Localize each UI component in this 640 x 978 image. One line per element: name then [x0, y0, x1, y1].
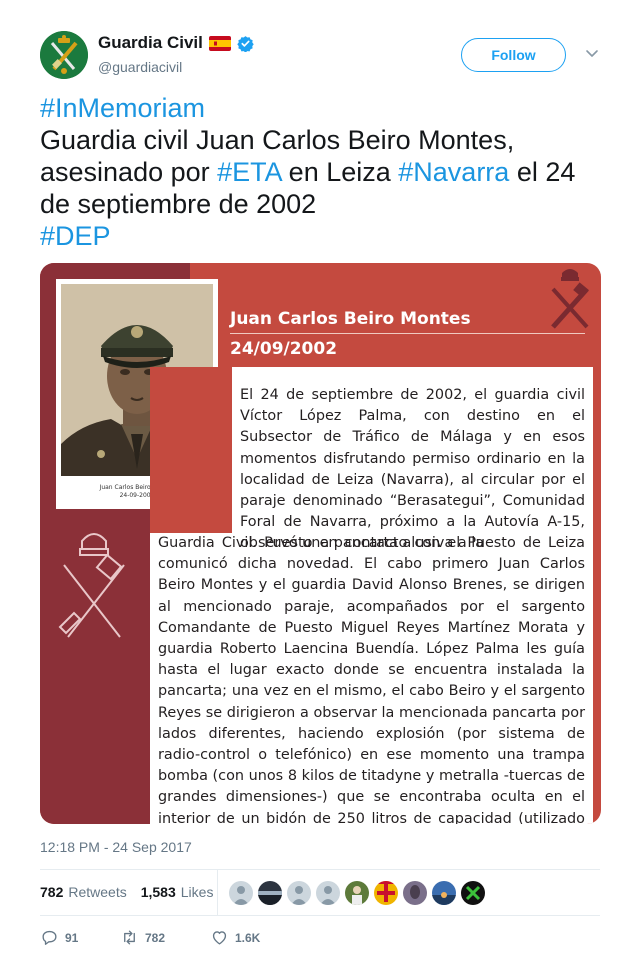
verified-badge-icon [237, 35, 254, 52]
hashtag-dep[interactable]: #DEP [40, 221, 111, 251]
tweet-timestamp[interactable]: 12:18 PM - 24 Sep 2017 [40, 839, 192, 855]
card-panel-notch [150, 367, 232, 533]
display-name[interactable]: Guardia Civil [98, 33, 203, 53]
default-avatar-icon[interactable] [229, 881, 253, 905]
divider [40, 915, 600, 916]
green-logo-avatar-icon[interactable] [461, 881, 485, 905]
reply-button[interactable]: 91 [40, 928, 120, 947]
hashtag-inmemoriam[interactable]: #InMemoriam [40, 93, 205, 123]
sunset-avatar-icon[interactable] [432, 881, 456, 905]
name-row: Guardia Civil [98, 33, 254, 53]
card-title-divider [230, 333, 585, 334]
card-title: Juan Carlos Beiro Montes [230, 309, 471, 329]
like-button[interactable]: 1.6K [210, 928, 260, 947]
tweet-header: Guardia Civil @guardiacivil Follow [40, 31, 600, 83]
spain-flag-icon [208, 35, 231, 51]
hashtag-navarra[interactable]: #Navarra [398, 157, 509, 187]
account-handle[interactable]: @guardiacivil [98, 59, 182, 75]
divider [40, 869, 600, 870]
stats-divider [217, 870, 218, 915]
retweet-button[interactable]: 782 [120, 928, 210, 947]
likes-stat[interactable]: 1,583 Likes [141, 884, 214, 900]
tweet-media-image[interactable]: Juan Carlos Beiro Montes 24-09-2002 Juan… [40, 263, 601, 824]
default-avatar-icon[interactable] [316, 881, 340, 905]
chevron-down-icon[interactable] [584, 45, 600, 61]
guardia-civil-emblem-icon[interactable] [40, 31, 88, 79]
retweet-count: 782 [145, 930, 166, 945]
hashtag-eta[interactable]: #ETA [217, 157, 281, 187]
retweet-icon [124, 930, 135, 945]
retweets-stat[interactable]: 782 Retweets [40, 884, 127, 900]
landscape-avatar-icon[interactable] [258, 881, 282, 905]
likes-count: 1,583 [140, 884, 176, 900]
tweet-text-segment: en Leiza [281, 157, 399, 187]
card-body-text-bottom: Guardia Civil. Puesto en contacto con el… [158, 535, 585, 824]
reply-count: 91 [65, 930, 79, 945]
reply-icon [42, 930, 57, 945]
retweets-label: Retweets [68, 884, 127, 900]
guardia-civil-crest-large-icon [54, 527, 134, 645]
guardia-civil-crest-icon [545, 265, 595, 335]
card-date: 24/09/2002 [230, 339, 338, 359]
likers-avatars [229, 881, 485, 905]
tweet-text: #InMemoriam Guardia civil Juan Carlos Be… [40, 92, 605, 252]
tweet-stats: 782 Retweets 1,583 Likes [40, 884, 213, 900]
heart-icon [212, 931, 227, 945]
portrait-avatar-icon[interactable] [403, 881, 427, 905]
retweets-count: 782 [40, 884, 64, 900]
like-count: 1.6K [235, 930, 261, 945]
person-avatar-icon[interactable] [345, 881, 369, 905]
likes-label: Likes [180, 884, 214, 900]
cross-flag-avatar-icon[interactable] [374, 881, 398, 905]
tweet-actions: 91 782 1.6K [40, 928, 260, 947]
card-body-text-top: El 24 de septiembre de 2002, el guardia … [240, 387, 585, 552]
follow-button[interactable]: Follow [461, 38, 566, 72]
card-text-panel: El 24 de septiembre de 2002, el guardia … [150, 367, 593, 824]
default-avatar-icon[interactable] [287, 881, 311, 905]
